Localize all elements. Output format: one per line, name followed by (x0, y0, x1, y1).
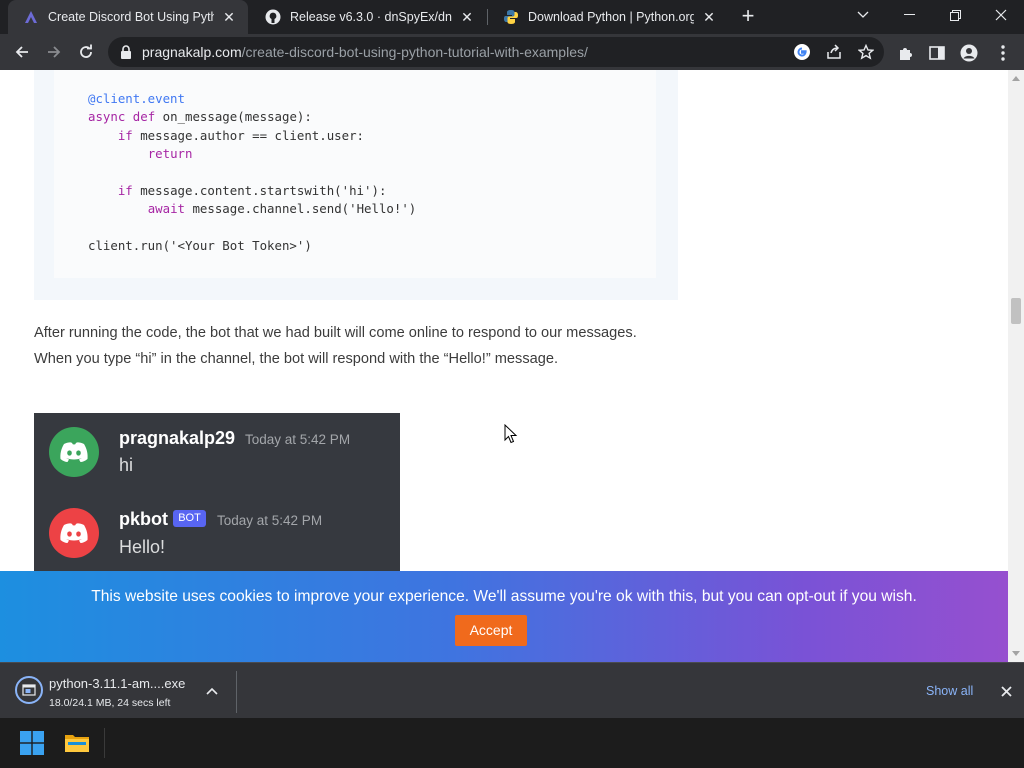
url-path: /create-discord-bot-using-python-tutoria… (241, 44, 588, 60)
windows-start-icon[interactable] (12, 724, 52, 762)
download-status: 18.0/24.1 MB, 24 secs left (49, 697, 171, 709)
discord-avatar-icon (49, 508, 99, 558)
tab-search-icon[interactable] (840, 0, 886, 30)
restore-button[interactable] (932, 0, 978, 30)
mouse-cursor-icon (504, 424, 518, 444)
web-page: print('We have logged in as {0.user}'.fo… (0, 70, 1008, 662)
code-line: if message.author == client.user: (117, 127, 365, 143)
discord-message-text: Hello! (119, 537, 166, 557)
close-shelf-icon[interactable] (996, 681, 1016, 701)
download-file-icon[interactable] (15, 676, 43, 704)
tab-discord-bot[interactable]: Create Discord Bot Using Python ✕ (8, 0, 248, 34)
show-all-downloads-link[interactable]: Show all (926, 684, 973, 698)
article-paragraph: After running the code, the bot that we … (34, 325, 637, 367)
tab-python-download[interactable]: Download Python | Python.org ✕ (488, 0, 728, 34)
discord-avatar-icon (49, 427, 99, 477)
new-tab-button[interactable]: + (736, 5, 760, 29)
accept-cookies-button[interactable]: Accept (455, 615, 527, 646)
windows-taskbar (0, 718, 1024, 768)
profile-avatar-icon[interactable] (958, 42, 980, 64)
close-window-button[interactable] (978, 0, 1024, 30)
cookie-banner: This website uses cookies to improve you… (0, 571, 1008, 662)
python-icon (502, 8, 520, 26)
google-icon[interactable] (792, 42, 812, 62)
discord-screenshot: pragnakalp29 Today at 5:42 PM hi pkbot B… (34, 413, 400, 573)
share-icon[interactable] (824, 42, 844, 62)
bot-badge: BOT (173, 510, 206, 527)
scroll-up-icon[interactable] (1012, 76, 1020, 81)
discord-username: pragnakalp29 (119, 428, 236, 448)
address-bar[interactable]: pragnakalp.com/create-discord-bot-using-… (108, 37, 884, 67)
minimize-button[interactable] (886, 0, 932, 30)
bookmark-star-icon[interactable] (856, 42, 876, 62)
side-panel-icon[interactable] (926, 42, 948, 64)
discord-message: pkbot BOT Today at 5:42 PM Hello! (34, 493, 400, 573)
scrollbar-thumb[interactable] (1011, 298, 1021, 324)
taskbar-separator (104, 728, 105, 758)
download-filename[interactable]: python-3.11.1-am....exe (49, 676, 185, 691)
code-line: client.run('<Your Bot Token>') (88, 237, 312, 253)
forward-button[interactable] (41, 39, 67, 65)
file-explorer-icon[interactable] (57, 724, 97, 762)
tab-title: Release v6.3.0 · dnSpyEx/dnSpy (290, 10, 452, 24)
divider (236, 671, 237, 713)
browser-toolbar: pragnakalp.com/create-discord-bot-using-… (0, 34, 1024, 70)
extensions-icon[interactable] (894, 42, 916, 64)
lock-icon[interactable] (120, 45, 134, 59)
github-icon (264, 8, 282, 26)
code-line: async def on_message(message): (88, 109, 312, 125)
code-listing: print('We have logged in as {0.user}'.fo… (88, 70, 513, 255)
discord-message-text: hi (119, 455, 134, 475)
reload-button[interactable] (73, 39, 99, 65)
tab-dnspy-release[interactable]: Release v6.3.0 · dnSpyEx/dnSpy ✕ (250, 0, 486, 34)
tab-strip: Create Discord Bot Using Python ✕ Releas… (0, 0, 1024, 34)
discord-username: pkbot (119, 509, 168, 529)
site-favicon-icon (22, 8, 40, 26)
tab-title: Create Discord Bot Using Python (48, 10, 214, 24)
code-line: return (147, 145, 193, 161)
tab-close-icon[interactable]: ✕ (700, 8, 718, 26)
tab-close-icon[interactable]: ✕ (458, 8, 476, 26)
menu-kebab-icon[interactable] (992, 42, 1014, 64)
code-block-inner: print('We have logged in as {0.user}'.fo… (54, 70, 656, 278)
scroll-down-icon[interactable] (1012, 651, 1020, 656)
page-scrollbar[interactable] (1008, 70, 1024, 662)
tab-title: Download Python | Python.org (528, 10, 694, 24)
tab-close-icon[interactable]: ✕ (220, 8, 238, 26)
discord-timestamp: Today at 5:42 PM (217, 513, 323, 528)
chevron-up-icon[interactable] (203, 682, 221, 700)
code-block: print('We have logged in as {0.user}'.fo… (34, 70, 678, 300)
discord-timestamp: Today at 5:42 PM (245, 432, 351, 447)
url-text: pragnakalp.com/create-discord-bot-using-… (142, 44, 588, 60)
code-line: @client.event (88, 90, 185, 106)
url-domain: pragnakalp.com (142, 44, 242, 60)
discord-message: pragnakalp29 Today at 5:42 PM hi (34, 413, 400, 493)
back-button[interactable] (9, 39, 35, 65)
code-line: await message.channel.send('Hello!') (147, 201, 417, 217)
cookie-message: This website uses cookies to improve you… (91, 588, 917, 605)
code-line: if message.content.startswith('hi'): (117, 182, 387, 198)
download-shelf: python-3.11.1-am....exe 18.0/24.1 MB, 24… (0, 662, 1024, 718)
